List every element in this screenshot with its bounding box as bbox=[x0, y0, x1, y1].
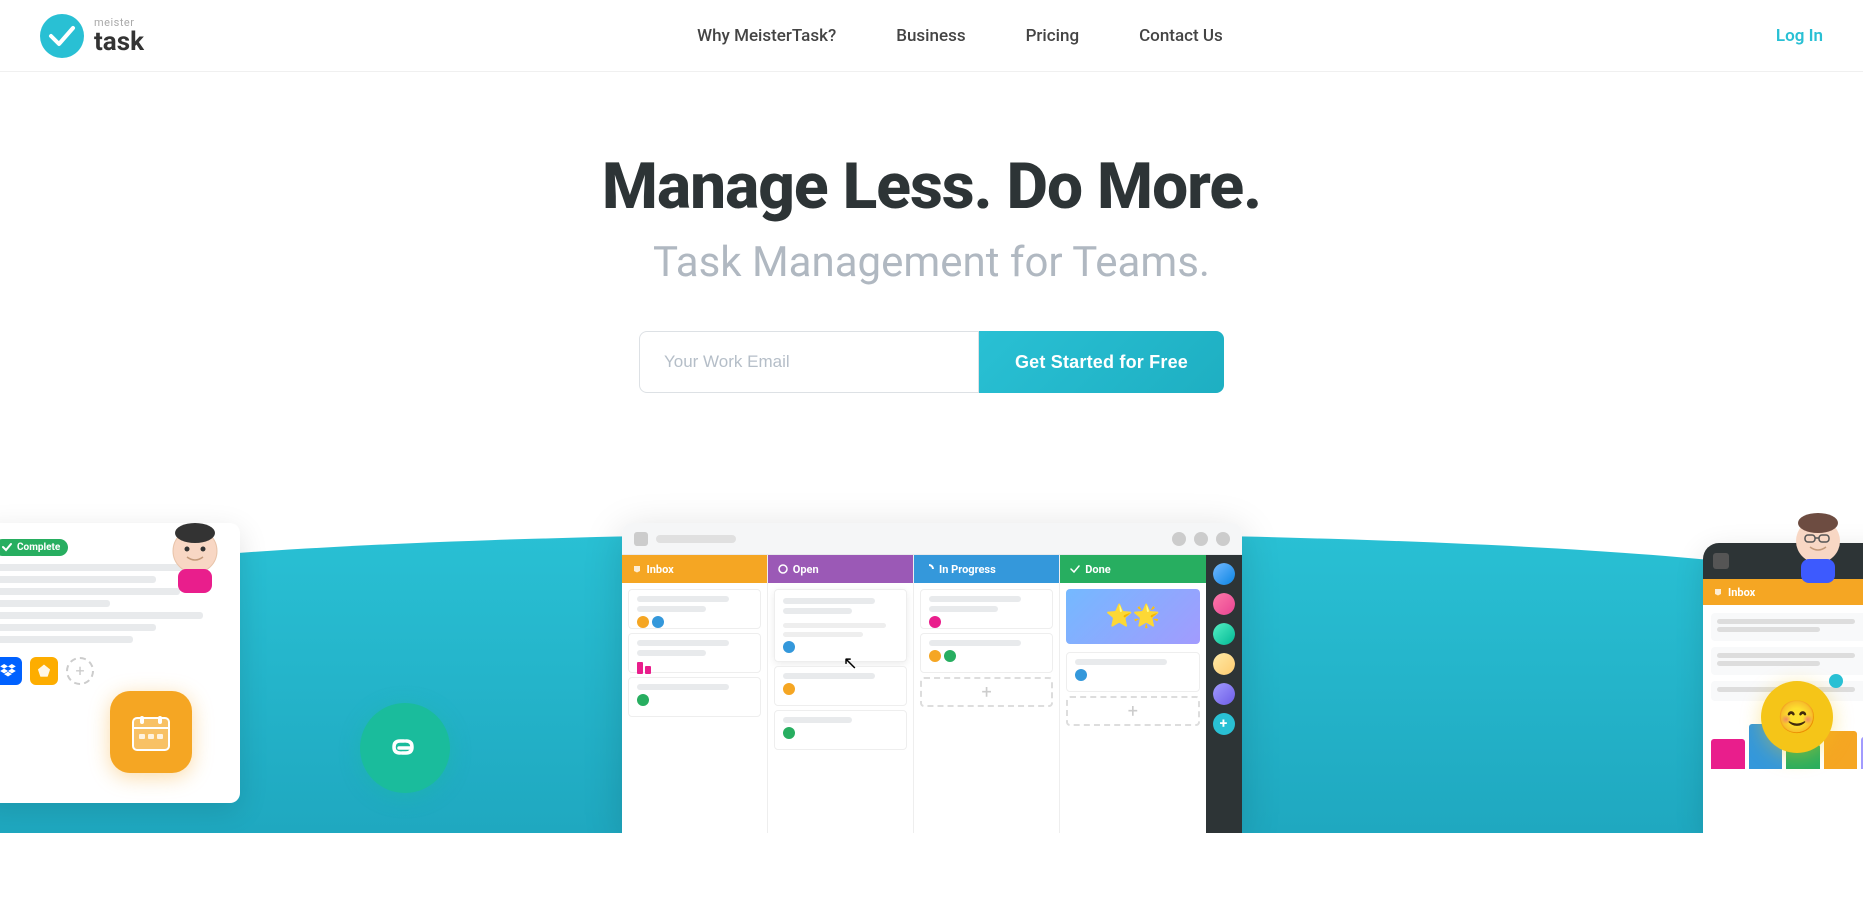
logo-task: task bbox=[94, 29, 144, 55]
sidebar-avatar-5 bbox=[1213, 683, 1235, 705]
logo-text: meister task bbox=[94, 16, 144, 55]
nav-link-contact[interactable]: Contact Us bbox=[1139, 26, 1223, 46]
login-link[interactable]: Log In bbox=[1776, 26, 1823, 46]
nav-link-pricing[interactable]: Pricing bbox=[1026, 26, 1080, 46]
email-input[interactable] bbox=[639, 331, 979, 393]
smiley-float-icon: 😊 bbox=[1761, 681, 1833, 753]
navbar: meister task Why MeisterTask? Business P… bbox=[0, 0, 1863, 72]
calendar-float-icon bbox=[110, 691, 192, 773]
add-member-button[interactable]: + bbox=[1213, 713, 1235, 735]
task-card bbox=[774, 710, 907, 750]
sidebar-avatar-4 bbox=[1213, 653, 1235, 675]
character-avatar-left bbox=[160, 523, 230, 593]
sidebar-avatar-3 bbox=[1213, 623, 1235, 645]
screenshots-container: Complete bbox=[0, 493, 1863, 833]
kanban-col-done: Done ⭐🌟 + bbox=[1060, 555, 1205, 833]
add-integration-button[interactable]: + bbox=[66, 657, 94, 685]
task-card bbox=[920, 589, 1053, 629]
hero-subtitle: Task Management for Teams. bbox=[20, 238, 1843, 287]
task-card bbox=[628, 589, 761, 629]
hero-form: Get Started for Free bbox=[20, 331, 1843, 393]
task-card bbox=[1066, 652, 1199, 692]
nav-links: Why MeisterTask? Business Pricing Contac… bbox=[697, 26, 1223, 46]
add-task-button[interactable]: + bbox=[1066, 696, 1199, 726]
expanded-task-card: ↖ bbox=[774, 589, 907, 662]
hero-section: Manage Less. Do More. Task Management fo… bbox=[0, 72, 1863, 493]
app-icons-row: + bbox=[0, 657, 226, 685]
kanban-col-inprogress: In Progress bbox=[914, 555, 1060, 833]
check-icon bbox=[2, 542, 12, 552]
cta-button[interactable]: Get Started for Free bbox=[979, 331, 1224, 393]
character-avatar-right bbox=[1783, 513, 1853, 583]
hero-title: Manage Less. Do More. bbox=[20, 152, 1843, 222]
logo-icon bbox=[40, 14, 84, 58]
nav-item-why[interactable]: Why MeisterTask? bbox=[697, 26, 836, 46]
task-card bbox=[628, 677, 761, 717]
sidebar-avatar-1 bbox=[1213, 563, 1235, 585]
link-float-icon bbox=[360, 703, 450, 793]
nav-link-business[interactable]: Business bbox=[896, 26, 965, 46]
done-image-card: ⭐🌟 bbox=[1066, 589, 1199, 644]
cursor-icon: ↖ bbox=[843, 653, 858, 674]
mobile-card bbox=[1711, 647, 1863, 675]
nav-item-business[interactable]: Business bbox=[896, 26, 965, 46]
complete-badge: Complete bbox=[0, 539, 68, 556]
kanban-col-inbox: Inbox bbox=[622, 555, 768, 833]
nav-link-why[interactable]: Why MeisterTask? bbox=[697, 26, 836, 46]
mobile-card bbox=[1711, 613, 1863, 641]
task-card bbox=[920, 633, 1053, 673]
task-card bbox=[774, 666, 907, 706]
kanban-board: Inbox bbox=[622, 523, 1242, 833]
nav-item-contact[interactable]: Contact Us bbox=[1139, 26, 1223, 46]
sketch-icon bbox=[30, 657, 58, 685]
logo[interactable]: meister task bbox=[40, 14, 144, 58]
dropbox-icon bbox=[0, 657, 22, 685]
nav-item-pricing[interactable]: Pricing bbox=[1026, 26, 1080, 46]
screenshots-section: Complete bbox=[0, 493, 1863, 833]
kanban-right-sidebar: + bbox=[1206, 555, 1242, 833]
kanban-topbar bbox=[622, 523, 1242, 555]
kanban-col-open: Open bbox=[768, 555, 914, 833]
task-card bbox=[628, 633, 761, 673]
add-task-button[interactable]: + bbox=[920, 677, 1053, 707]
sidebar-avatar-2 bbox=[1213, 593, 1235, 615]
